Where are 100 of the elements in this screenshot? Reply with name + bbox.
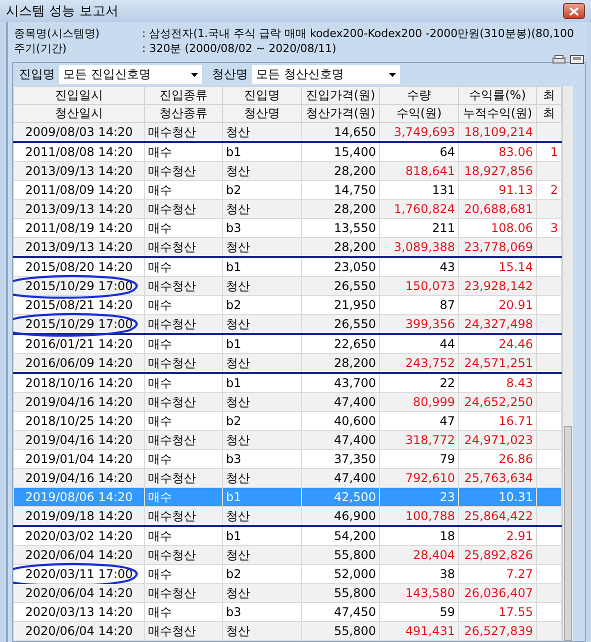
table-cell: 청산 xyxy=(226,240,250,254)
table-cell: 318,772 xyxy=(405,433,455,447)
table-cell: 23 xyxy=(440,490,455,504)
table-cell: 55,800 xyxy=(334,586,376,600)
table-cell: 15.14 xyxy=(498,260,533,274)
filter-label: 청산명 xyxy=(212,66,248,83)
close-button[interactable] xyxy=(563,3,585,19)
table-cell: 79 xyxy=(440,452,455,466)
table-cell: 491,431 xyxy=(405,624,455,638)
table-cell: 2020/06/04 14:20 xyxy=(25,548,133,562)
table-cell: 24,652,250 xyxy=(464,395,533,409)
table-cell: 매수 xyxy=(148,182,172,196)
table-cell: 28,200 xyxy=(334,164,376,178)
table-cell: 매수 xyxy=(148,144,172,158)
table-cell: 64 xyxy=(440,145,455,159)
table-cell: 15,400 xyxy=(334,145,376,159)
column-header: 진입종류 xyxy=(144,86,222,104)
window-title: 시스템 성능 보고서 xyxy=(6,3,118,20)
table-cell: 청산 xyxy=(226,356,250,370)
table-cell: 매수 xyxy=(148,336,172,350)
table-cell: 2016/01/21 14:20 xyxy=(25,337,133,351)
filter-dropdown[interactable]: 모든 청산신호명 xyxy=(252,65,400,84)
table-cell: 매수 xyxy=(148,298,172,312)
table-cell: 42,500 xyxy=(334,490,376,504)
table-cell: 2019/09/18 14:20 xyxy=(25,509,133,523)
table-cell: 792,610 xyxy=(405,471,455,485)
table-cell: 매수 xyxy=(148,604,172,618)
table-cell: 47 xyxy=(440,414,455,428)
table-cell: 818,641 xyxy=(405,164,455,178)
table-cell: b1 xyxy=(226,529,242,543)
table-cell: 청산 xyxy=(226,586,250,600)
table-cell: 청산 xyxy=(226,548,250,562)
table-cell: 37,350 xyxy=(334,452,376,466)
table-cell: b1 xyxy=(226,376,242,390)
table-cell: 25,892,826 xyxy=(464,548,533,562)
column-header: 청산명 xyxy=(222,104,302,122)
table-cell: 매수 xyxy=(148,376,172,390)
info-value: : 320분 (2000/08/02 ~ 2020/08/11) xyxy=(142,41,336,56)
column-header: 청산가격(원) xyxy=(302,104,380,122)
filter-dropdown[interactable]: 모든 진입신호명 xyxy=(59,65,202,84)
table-cell: 28,200 xyxy=(334,202,376,216)
table-cell: 청산 xyxy=(226,202,250,216)
table-cell: b1 xyxy=(226,260,242,274)
table-cell: 2019/04/16 14:20 xyxy=(25,471,133,485)
table-cell: 청산 xyxy=(226,164,250,178)
table-cell: 43 xyxy=(440,260,455,274)
table-cell: 매수청산 xyxy=(148,470,196,484)
table-cell: 100,788 xyxy=(405,509,455,523)
table-cell: 47,400 xyxy=(334,395,376,409)
table-cell: 83.06 xyxy=(498,145,533,159)
column-header: 진입명 xyxy=(222,86,302,104)
printer-icon[interactable] xyxy=(552,55,566,64)
table-cell: 청산 xyxy=(226,278,250,292)
table-cell: 2015/08/21 14:20 xyxy=(25,298,133,312)
table-cell: 2018/10/16 14:20 xyxy=(25,376,133,390)
table-cell: 23,050 xyxy=(334,260,376,274)
table-cell: 131 xyxy=(432,183,455,197)
table-cell: 2011/08/19 14:20 xyxy=(25,221,133,235)
table-cell: 2018/10/25 14:20 xyxy=(25,414,133,428)
table-cell: 22 xyxy=(440,376,455,390)
table-cell: 243,752 xyxy=(405,356,455,370)
table-cell: b2 xyxy=(226,414,242,428)
table-cell: 22,650 xyxy=(334,337,376,351)
table-cell: 59 xyxy=(440,605,455,619)
table-cell: 23,928,142 xyxy=(464,279,533,293)
column-header: 최 xyxy=(536,104,562,122)
table-cell: 2019/01/04 14:20 xyxy=(25,452,133,466)
table-cell: 47,400 xyxy=(334,433,376,447)
table-cell: 매수청산 xyxy=(148,394,196,408)
table-cell: 40,600 xyxy=(334,414,376,428)
table-cell: 2020/03/13 14:20 xyxy=(25,605,133,619)
scrollbar[interactable] xyxy=(562,86,573,641)
table-cell: 16.71 xyxy=(498,414,533,428)
table-cell: 18 xyxy=(440,529,455,543)
table-cell: 26,527,839 xyxy=(464,624,533,638)
column-header: 청산종류 xyxy=(144,104,222,122)
column-header: 누적수익(원) xyxy=(458,104,536,122)
table-cell: 20.91 xyxy=(498,298,533,312)
table-cell: b3 xyxy=(226,221,242,235)
table-cell: 매수청산 xyxy=(148,432,196,446)
table-cell: 25,763,634 xyxy=(464,471,533,485)
table-cell: 청산 xyxy=(226,508,250,522)
table-cell: 2011/08/09 14:20 xyxy=(25,183,133,197)
table-cell: 1,760,824 xyxy=(394,202,455,216)
table-cell: 399,356 xyxy=(405,317,455,331)
table-cell: 24,971,023 xyxy=(464,433,533,447)
table-cell: 28,200 xyxy=(334,356,376,370)
table-cell: 211 xyxy=(432,221,455,235)
table-cell: 2019/04/16 14:20 xyxy=(25,433,133,447)
table-cell: 28,200 xyxy=(334,240,376,254)
table-cell: b2 xyxy=(226,183,242,197)
table-cell: 2019/08/06 14:20 xyxy=(25,490,133,504)
table-cell: 80,999 xyxy=(413,395,455,409)
table-cell: 2020/06/04 14:20 xyxy=(25,586,133,600)
table-cell: b1 xyxy=(226,145,242,159)
caret-icon xyxy=(389,72,396,76)
table-cell: 매수청산 xyxy=(148,508,196,522)
table-cell: b1 xyxy=(226,337,242,351)
table-cell: 2020/06/04 14:20 xyxy=(25,624,133,638)
table-cell: 2009/08/03 14:20 xyxy=(25,125,133,139)
